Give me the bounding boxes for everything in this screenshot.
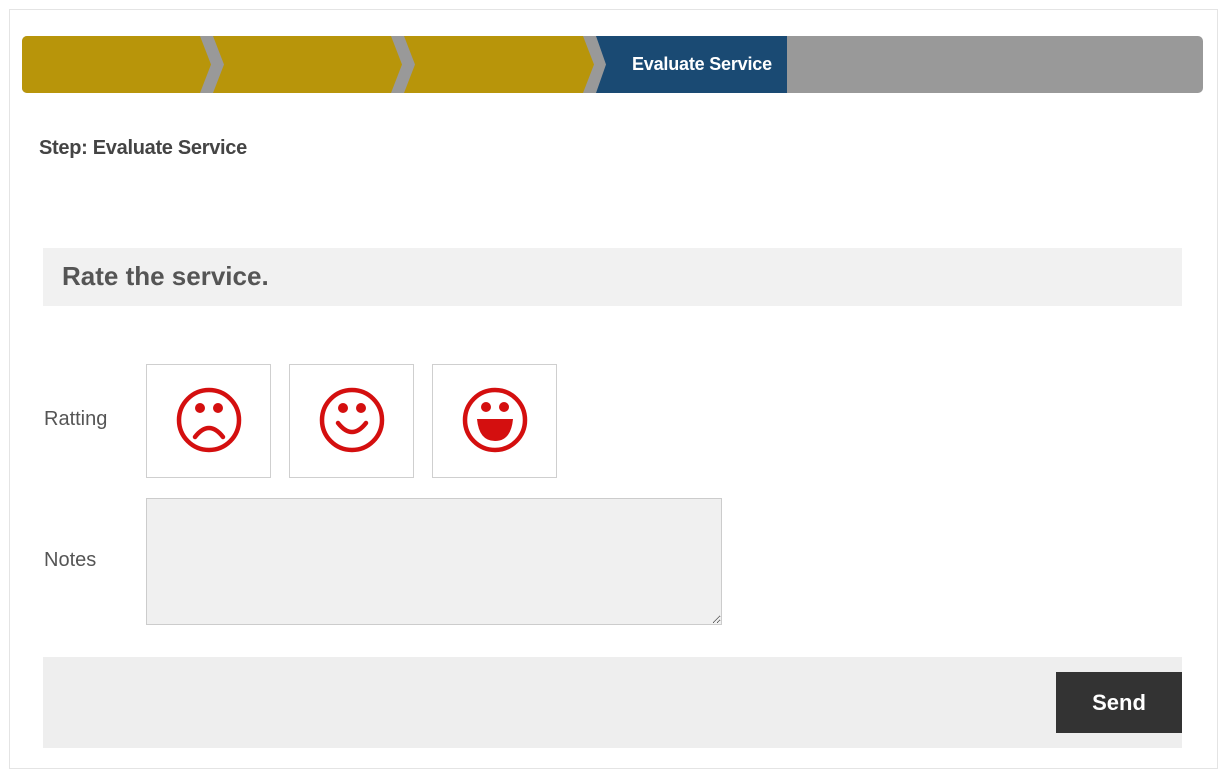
rating-option-sad[interactable]	[146, 364, 271, 478]
laughing-face-icon	[462, 387, 528, 453]
progress-wizard: Evaluate Service	[22, 36, 1203, 93]
sad-face-icon	[176, 387, 242, 453]
wizard-steps-graphic	[22, 36, 787, 93]
step-title: Step: Evaluate Service	[39, 137, 247, 159]
send-button[interactable]: Send	[1056, 672, 1182, 733]
rating-label: Ratting	[44, 408, 108, 430]
rating-option-smile[interactable]	[289, 364, 414, 478]
form-footer	[43, 657, 1182, 748]
wizard-step-2	[213, 36, 402, 93]
rating-option-laughing[interactable]	[432, 364, 557, 478]
wizard-active-step-label: Evaluate Service	[632, 54, 772, 74]
wizard-step-3	[404, 36, 594, 93]
smile-face-icon	[319, 387, 385, 453]
notes-label: Notes	[44, 549, 97, 571]
notes-field[interactable]	[146, 498, 722, 625]
wizard-step-1	[22, 36, 211, 93]
section-header: Rate the service.	[43, 248, 1182, 306]
section-title: Rate the service.	[62, 261, 269, 291]
